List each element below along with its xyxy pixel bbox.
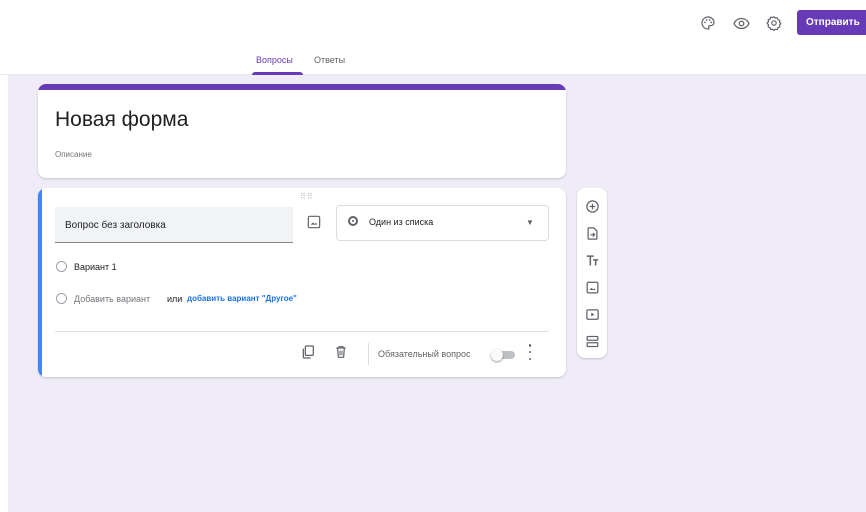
question-footer-divider bbox=[55, 331, 549, 332]
palette-icon[interactable] bbox=[697, 12, 719, 34]
delete-icon[interactable] bbox=[333, 344, 349, 360]
active-question-indicator bbox=[38, 188, 42, 377]
page-left-edge bbox=[0, 75, 8, 512]
tab-bar: Вопросы Ответы bbox=[0, 55, 866, 75]
add-section-icon[interactable] bbox=[584, 333, 600, 349]
add-question-icon[interactable] bbox=[584, 198, 600, 214]
add-title-icon[interactable] bbox=[584, 252, 600, 268]
more-options-icon[interactable] bbox=[527, 344, 533, 360]
title-card-band bbox=[38, 84, 566, 90]
or-text: или bbox=[167, 294, 183, 304]
floating-toolbar bbox=[577, 188, 607, 358]
toggle-knob bbox=[491, 349, 503, 361]
question-type-label: Один из списка bbox=[369, 217, 434, 227]
tab-questions[interactable]: Вопросы bbox=[256, 55, 293, 65]
form-title-card: Новая форма Описание bbox=[38, 84, 566, 178]
send-button[interactable]: Отправить bbox=[797, 10, 866, 35]
question-title-input[interactable]: Вопрос без заголовка bbox=[55, 207, 293, 243]
tab-responses[interactable]: Ответы bbox=[314, 55, 345, 65]
question-type-dropdown[interactable]: Один из списка ▼ bbox=[336, 205, 549, 241]
app-header: Отправить Вопросы Ответы bbox=[0, 0, 866, 75]
radio-type-icon bbox=[348, 216, 358, 226]
required-label: Обязательный вопрос bbox=[378, 349, 471, 359]
eye-icon[interactable] bbox=[730, 12, 752, 34]
form-title[interactable]: Новая форма bbox=[55, 108, 188, 132]
add-image-icon[interactable] bbox=[306, 214, 322, 230]
footer-separator bbox=[368, 343, 369, 365]
form-description-field[interactable]: Описание bbox=[55, 150, 92, 159]
question-title-text: Вопрос без заголовка bbox=[65, 220, 166, 231]
add-other-option-link[interactable]: добавить вариант "Другое" bbox=[187, 294, 297, 303]
option-radio-icon bbox=[56, 261, 67, 272]
active-tab-indicator bbox=[252, 72, 303, 75]
option-1-text[interactable]: Вариант 1 bbox=[74, 262, 117, 272]
required-toggle[interactable] bbox=[491, 349, 515, 361]
duplicate-icon[interactable] bbox=[300, 344, 316, 360]
import-questions-icon[interactable] bbox=[584, 225, 600, 241]
question-card: ⠿⠿ Вопрос без заголовка Один из списка ▼… bbox=[38, 188, 566, 377]
chevron-down-icon: ▼ bbox=[526, 218, 534, 227]
add-video-icon[interactable] bbox=[584, 306, 600, 322]
add-option-radio-icon bbox=[56, 293, 67, 304]
gear-icon[interactable] bbox=[763, 12, 785, 34]
add-image-icon[interactable] bbox=[584, 279, 600, 295]
drag-handle-icon[interactable]: ⠿⠿ bbox=[300, 192, 314, 201]
add-option-link[interactable]: Добавить вариант bbox=[74, 294, 150, 304]
